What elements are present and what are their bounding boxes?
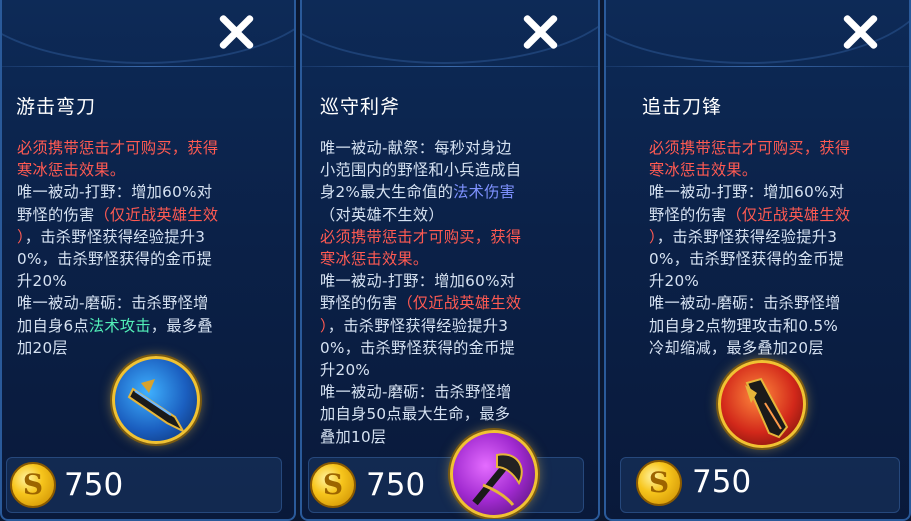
- item-name: 游击弯刀: [16, 96, 97, 118]
- desc-segment: ，击杀野怪获得经验提升3: [656, 227, 838, 246]
- desc-line: 寒冰惩击效果。: [320, 250, 429, 269]
- desc-line: 必须携带惩击才可购买，获得: [320, 227, 522, 246]
- item-price: 750: [64, 467, 124, 503]
- desc-line: 唯一被动-打野：增加60%对: [17, 183, 213, 202]
- desc-line: 野怪的伤害（仅近战英雄生效: [17, 204, 287, 226]
- desc-line: 身2%最大生命值的法术伤害: [320, 181, 592, 203]
- desc-line: 加自身6点法术攻击，最多叠: [17, 315, 287, 337]
- desc-segment: ，击杀野怪获得经验提升3: [24, 227, 206, 246]
- desc-segment: ，最多叠: [150, 316, 213, 335]
- desc-line: ），击杀野怪获得经验提升3: [649, 226, 904, 248]
- item-name: 巡守利斧: [320, 96, 401, 118]
- desc-line: 唯一被动-磨砺：击杀野怪增: [649, 294, 841, 313]
- desc-line: （对英雄不生效）: [320, 205, 444, 224]
- desc-line: ），击杀野怪获得经验提升3: [17, 226, 287, 248]
- desc-line: ），击杀野怪获得经验提升3: [320, 315, 592, 337]
- gold-coin-icon: S: [10, 462, 56, 508]
- desc-line: 冷却缩减，最多叠加20层: [649, 338, 824, 357]
- close-icon[interactable]: [518, 10, 562, 54]
- desc-segment: 野怪的伤害: [17, 205, 95, 224]
- divider: [606, 66, 909, 67]
- desc-segment: 加自身6点: [17, 316, 89, 335]
- close-icon[interactable]: [214, 10, 258, 54]
- desc-segment-green: 法术攻击: [88, 316, 151, 335]
- item-price: 750: [692, 464, 752, 500]
- item-price: 750: [366, 467, 426, 503]
- desc-segment-blue: 法术伤害: [453, 183, 516, 202]
- desc-line: 必须携带惩击才可购买，获得: [17, 139, 219, 157]
- close-icon[interactable]: [838, 10, 882, 54]
- desc-segment-red: （仅近战英雄生效: [726, 205, 851, 224]
- desc-line: 唯一被动-磨砺：击杀野怪增: [17, 294, 209, 313]
- desc-line: 寒冰惩击效果。: [649, 161, 758, 180]
- blade-icon: [718, 360, 806, 448]
- desc-line: 0%，击杀野怪获得的金币提: [17, 250, 213, 269]
- desc-line: 唯一被动-献祭：每秒对身边: [320, 139, 512, 157]
- desc-segment: 野怪的伤害: [649, 205, 727, 224]
- desc-line: 野怪的伤害（仅近战英雄生效: [320, 292, 592, 314]
- desc-line: 寒冰惩击效果。: [17, 161, 126, 180]
- desc-segment-red: ）: [649, 227, 657, 246]
- gold-coin-icon: S: [310, 462, 356, 508]
- desc-line: 小范围内的野怪和小兵造成自: [320, 161, 522, 180]
- item-panel-3: 追击刀锋 必须携带惩击才可购买，获得 寒冰惩击效果。 唯一被动-打野：增加60%…: [604, 0, 911, 521]
- item-panel-2: 巡守利斧 唯一被动-献祭：每秒对身边 小范围内的野怪和小兵造成自 身2%最大生命…: [300, 0, 600, 521]
- item-panel-1: 游击弯刀 必须携带惩击才可购买，获得 寒冰惩击效果。 唯一被动-打野：增加60%…: [0, 0, 296, 521]
- desc-segment-red: （仅近战英雄生效: [397, 294, 522, 313]
- desc-line: 野怪的伤害（仅近战英雄生效: [649, 204, 904, 226]
- desc-line: 必须携带惩击才可购买，获得: [649, 139, 851, 157]
- divider: [302, 66, 598, 67]
- desc-segment: ，击杀野怪获得经验提升3: [327, 316, 509, 335]
- axe-icon: [450, 430, 538, 518]
- desc-line: 0%，击杀野怪获得的金币提: [649, 250, 845, 269]
- desc-segment-red: ）: [320, 316, 328, 335]
- gold-coin-icon: S: [636, 460, 682, 506]
- desc-line: 唯一被动-磨砺：击杀野怪增: [320, 383, 512, 402]
- desc-line: 加自身2点物理攻击和0.5%: [649, 316, 839, 335]
- item-description: 必须携带惩击才可购买，获得 寒冰惩击效果。 唯一被动-打野：增加60%对 野怪的…: [17, 137, 287, 359]
- desc-segment: 野怪的伤害: [320, 294, 398, 313]
- divider: [2, 66, 294, 67]
- desc-segment: 身2%最大生命值的: [320, 183, 454, 202]
- item-description: 唯一被动-献祭：每秒对身边 小范围内的野怪和小兵造成自 身2%最大生命值的法术伤…: [320, 137, 592, 448]
- desc-line: 0%，击杀野怪获得的金币提: [320, 338, 516, 357]
- desc-line: 唯一被动-打野：增加60%对: [649, 183, 845, 202]
- desc-line: 升20%: [320, 361, 371, 380]
- desc-segment-red: ）: [17, 227, 25, 246]
- desc-line: 升20%: [17, 272, 68, 291]
- desc-line: 升20%: [649, 272, 700, 291]
- item-name: 追击刀锋: [642, 96, 723, 118]
- desc-line: 唯一被动-打野：增加60%对: [320, 272, 516, 291]
- desc-segment-red: （仅近战英雄生效: [94, 205, 219, 224]
- item-description: 必须携带惩击才可购买，获得 寒冰惩击效果。 唯一被动-打野：增加60%对 野怪的…: [649, 137, 904, 359]
- machete-icon: [112, 356, 200, 444]
- desc-line: 加自身50点最大生命，最多: [320, 405, 511, 424]
